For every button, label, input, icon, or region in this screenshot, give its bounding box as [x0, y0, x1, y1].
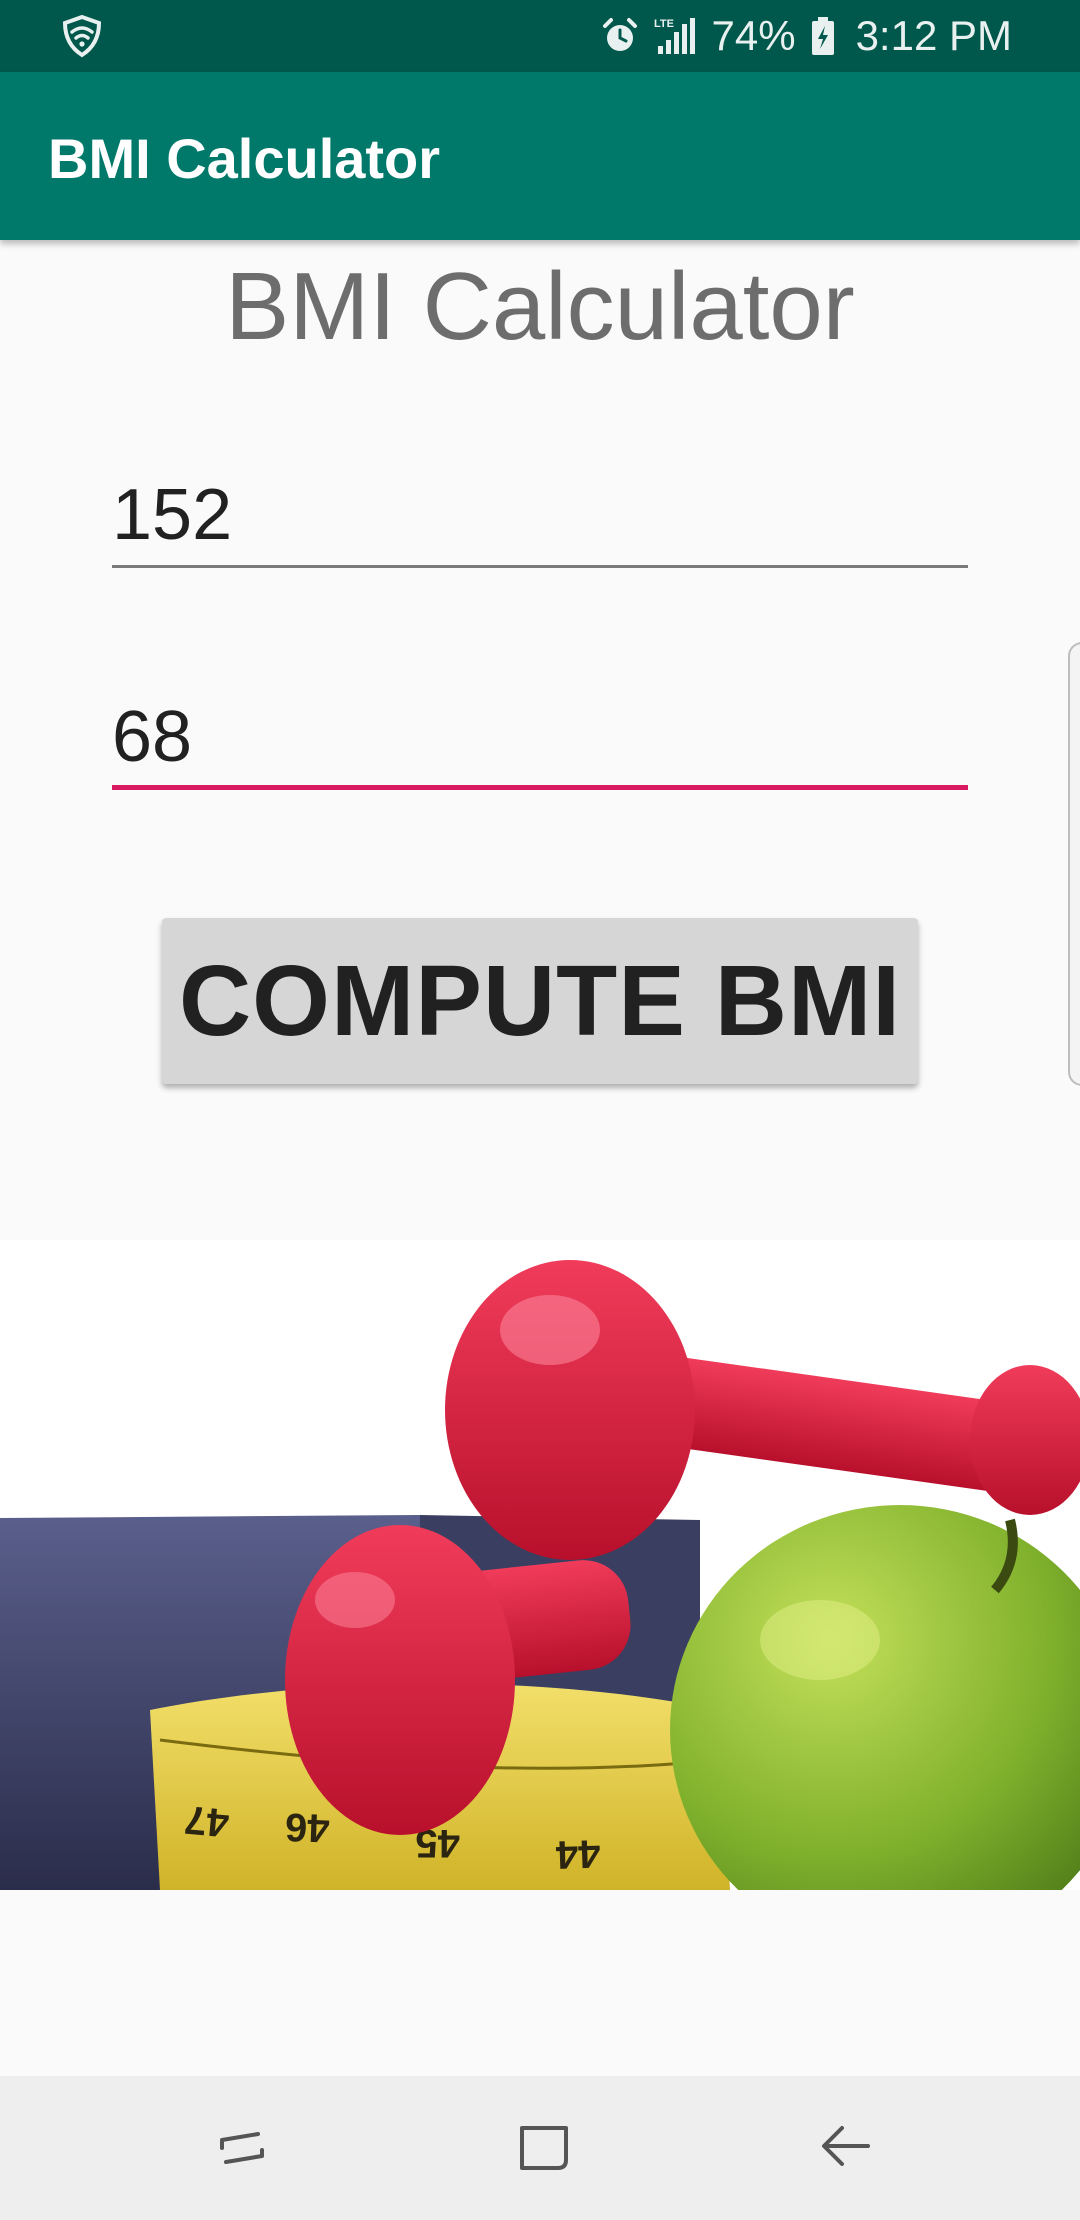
status-bar: LTE 74% 3:12 PM [0, 0, 1080, 72]
back-icon[interactable] [806, 2108, 886, 2188]
weight-input-underline [112, 785, 968, 790]
compute-bmi-button[interactable]: COMPUTE BMI [162, 918, 918, 1084]
navigation-bar [0, 2076, 1080, 2220]
svg-text:47: 47 [183, 1797, 231, 1845]
shield-icon [60, 14, 104, 58]
home-icon[interactable] [504, 2108, 584, 2188]
battery-icon [810, 16, 836, 56]
signal-icon: LTE [654, 16, 698, 56]
page-title: BMI Calculator [225, 253, 855, 360]
weight-field [112, 690, 968, 790]
fitness-image: 47 46 45 44 [0, 1240, 1080, 1890]
status-right: LTE 74% 3:12 PM [600, 0, 1012, 72]
edge-panel-handle[interactable] [1068, 642, 1080, 1086]
svg-text:46: 46 [284, 1804, 330, 1850]
weight-input[interactable] [112, 694, 968, 780]
app-bar-title: BMI Calculator [48, 127, 441, 190]
recents-icon[interactable] [202, 2108, 282, 2188]
height-input-underline [112, 565, 968, 568]
screen: LTE 74% 3:12 PM BMI Calculator BMI Calcu… [0, 0, 1080, 2220]
battery-percent: 74% [711, 12, 796, 59]
svg-text:44: 44 [554, 1831, 601, 1877]
height-input[interactable] [112, 472, 968, 558]
app-bar: BMI Calculator [0, 72, 1080, 240]
status-time: 3:12 PM [855, 12, 1012, 59]
height-field [112, 468, 968, 568]
network-type-label: LTE [654, 18, 674, 30]
alarm-icon [600, 16, 640, 56]
